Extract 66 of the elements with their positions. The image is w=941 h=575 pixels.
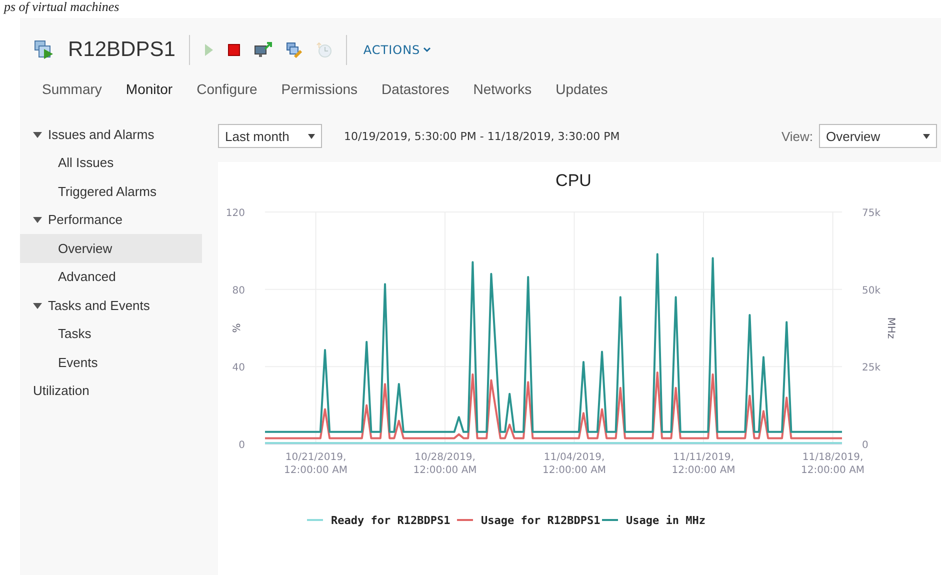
- sidebar-item-label: Utilization: [33, 383, 90, 398]
- sidebar-item-label: Triggered Alarms: [58, 184, 156, 199]
- tab[interactable]: Permissions: [281, 76, 358, 102]
- vm-title: R12BDPS1: [68, 38, 176, 62]
- actions-menu[interactable]: ACTIONS: [361, 41, 434, 59]
- sidebar-item[interactable]: All Issues: [20, 148, 202, 177]
- tab[interactable]: Updates: [556, 76, 608, 102]
- view-dropdown[interactable]: Overview: [819, 124, 937, 148]
- sidebar-item-label: Tasks and Events: [48, 298, 150, 313]
- vm-icon: [34, 40, 54, 60]
- caption-text: ps of virtual machines: [2, 0, 120, 16]
- legend-label: Ready for R12BDPS1: [331, 514, 451, 527]
- sidebar-item-label: Issues and Alarms: [48, 126, 154, 142]
- sidebar-item[interactable]: Advanced: [20, 262, 202, 291]
- y-axis-label: 0: [862, 440, 868, 451]
- y-axis-title: MHz: [885, 317, 896, 339]
- legend-label: Usage for R12BDPS1: [481, 514, 601, 527]
- legend-label: Usage in MHz: [626, 514, 706, 527]
- caret-icon: [423, 47, 432, 53]
- sidebar-item[interactable]: Triggered Alarms: [20, 177, 202, 206]
- sidebar-item-label: Overview: [58, 240, 112, 256]
- view-label: View:: [781, 128, 813, 144]
- x-axis-label: 10/28/2019, 12:00:00 AM: [413, 452, 477, 476]
- sidebar-item-label: Performance: [48, 212, 122, 228]
- sidebar-item-label: Tasks: [58, 326, 92, 342]
- y-axis-label: 25k: [862, 362, 881, 374]
- monitor-icon[interactable]: [254, 42, 272, 58]
- collapse-arrow-icon[interactable]: [33, 300, 42, 310]
- dropdown-arrow-icon: [923, 134, 930, 138]
- tab[interactable]: Summary: [42, 76, 102, 102]
- x-axis-label: 11/11/2019, 12:00:00 AM: [672, 452, 736, 476]
- tab[interactable]: Monitor: [126, 76, 173, 102]
- y-axis-label: 75k: [862, 208, 881, 219]
- stop-icon[interactable]: [228, 44, 240, 56]
- tab[interactable]: Networks: [473, 76, 532, 102]
- y-axis-label: 50k: [862, 285, 881, 296]
- sidebar-item[interactable]: Issues and Alarms: [20, 120, 202, 148]
- sidebar-item[interactable]: Overview: [20, 234, 202, 262]
- collapse-arrow-icon[interactable]: [33, 215, 42, 224]
- x-axis-label: 11/04/2019, 12:00:00 AM: [542, 452, 606, 476]
- edit-icon[interactable]: [286, 42, 302, 58]
- sidebar-item-label: Events: [58, 354, 98, 370]
- sidebar-item[interactable]: Tasks and Events: [20, 291, 202, 320]
- dropdown-arrow-icon: [308, 134, 315, 138]
- tab[interactable]: Datastores: [382, 76, 450, 102]
- range-dropdown[interactable]: Last month: [218, 124, 322, 148]
- sidebar-item-label: All Issues: [58, 155, 114, 170]
- y-axis-label: 40: [232, 362, 245, 374]
- collapse-arrow-icon[interactable]: [33, 130, 42, 139]
- y-axis-label: 80: [232, 285, 245, 296]
- legend-item[interactable]: Ready for R12BDPS1: [307, 514, 450, 527]
- x-axis-label: 11/18/2019, 12:00:00 AM: [800, 452, 865, 476]
- sidebar-item[interactable]: Tasks: [20, 320, 202, 348]
- x-axis-label: 10/21/2019, 12:00:00 AM: [284, 452, 348, 476]
- y-axis-label: 0: [238, 440, 245, 451]
- sidebar-item[interactable]: Events: [20, 348, 202, 376]
- chart-title: CPU: [556, 171, 592, 190]
- sidebar-item[interactable]: Utilization: [20, 376, 202, 405]
- legend-item[interactable]: Usage in MHz: [602, 514, 706, 527]
- legend-item[interactable]: Usage for R12BDPS1: [457, 514, 600, 527]
- y-axis-title: %: [232, 323, 243, 333]
- time-period: 10/19/2019, 5:30:00 PM - 11/18/2019, 3:30:00 PM: [344, 130, 620, 142]
- tab[interactable]: Configure: [196, 76, 258, 102]
- y-axis-label: 120: [226, 208, 245, 219]
- sidebar-item-label: Advanced: [58, 269, 116, 284]
- sidebar-item[interactable]: Performance: [20, 206, 202, 234]
